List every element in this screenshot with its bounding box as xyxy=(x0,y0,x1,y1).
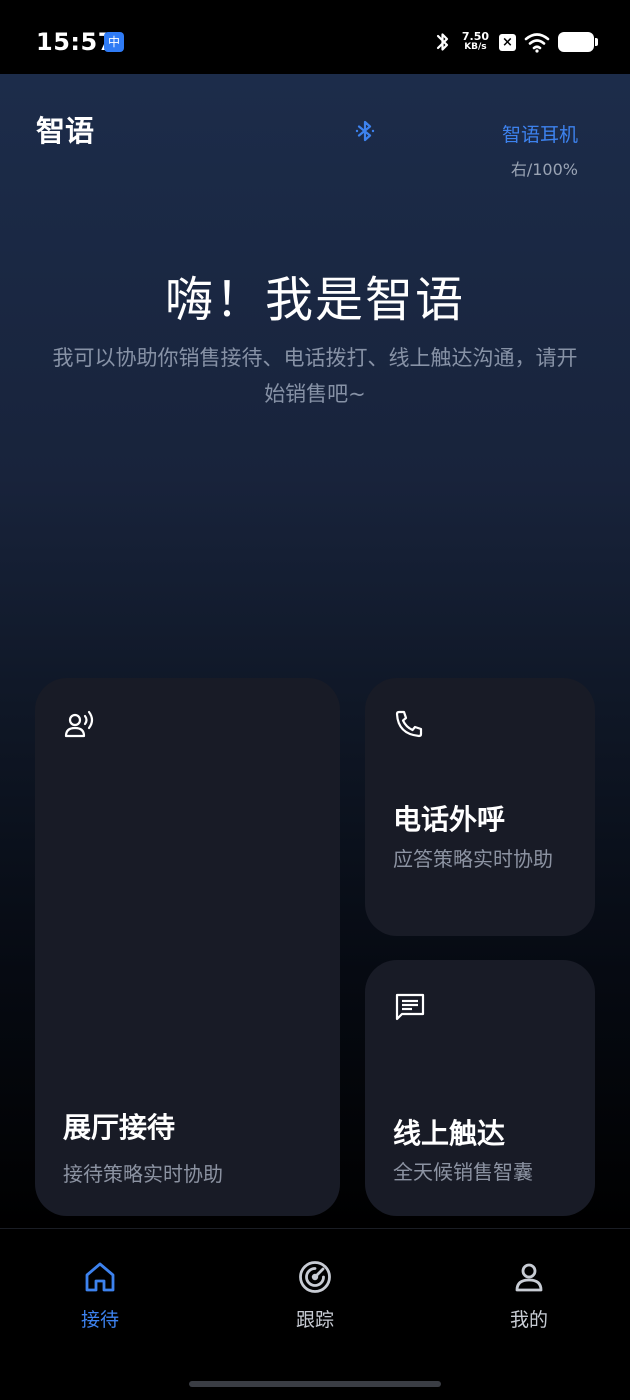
bluetooth-icon xyxy=(436,33,448,51)
network-speed-value: 7.50 xyxy=(461,30,489,43)
showroom-reception-card[interactable]: 展厅接待 接待策略实时协助 xyxy=(35,678,340,1216)
bluetooth-icon[interactable] xyxy=(353,119,377,143)
sim-off-icon: × xyxy=(499,33,516,51)
bottom-tab-bar: 接待 跟踪 我的 xyxy=(0,1228,630,1400)
tab-tracking[interactable]: 跟踪 xyxy=(255,1259,375,1332)
earphone-battery-status: 右/100% xyxy=(510,160,578,179)
greeting-title: 嗨！我是智语 xyxy=(164,272,465,328)
phone-icon xyxy=(395,710,423,738)
wifi-icon xyxy=(524,33,550,53)
app-notification-icon: 中 xyxy=(104,32,124,52)
showroom-reception-title: 展厅接待 xyxy=(63,1111,176,1144)
user-icon xyxy=(515,1263,543,1292)
status-bar: 15:57 中 7.50 KB/s × xyxy=(0,0,630,74)
tab-profile-label: 我的 xyxy=(509,1309,548,1331)
online-outreach-desc: 全天候销售智囊 xyxy=(393,1160,533,1184)
page-title: 智语 xyxy=(36,114,95,148)
radar-icon xyxy=(299,1261,331,1293)
network-speed-unit: KB/s xyxy=(464,42,487,52)
showroom-reception-desc: 接待策略实时协助 xyxy=(63,1162,223,1186)
chat-icon xyxy=(395,993,425,1021)
tab-reception-label: 接待 xyxy=(80,1309,119,1331)
phone-outbound-card[interactable]: 电话外呼 应答策略实时协助 xyxy=(365,678,595,936)
home-screen: 智语 智语耳机 右/100% 嗨！我是智语 我可以协助你销售接待、电话拨打、线上… xyxy=(0,74,630,1228)
tab-profile[interactable]: 我的 xyxy=(469,1259,589,1332)
voice-user-icon xyxy=(64,710,94,738)
battery-icon xyxy=(558,32,598,52)
network-speed: 7.50 KB/s xyxy=(462,31,489,53)
online-outreach-card[interactable]: 线上触达 全天候销售智囊 xyxy=(365,960,595,1216)
home-icon xyxy=(85,1262,115,1292)
greeting-subtitle: 我可以协助你销售接待、电话拨打、线上触达沟通，请开始销售吧~ xyxy=(52,346,578,406)
tab-tracking-label: 跟踪 xyxy=(295,1309,334,1331)
home-indicator[interactable] xyxy=(189,1381,441,1387)
status-icons: 7.50 KB/s × xyxy=(434,28,598,56)
online-outreach-title: 线上触达 xyxy=(393,1117,506,1150)
tab-reception[interactable]: 接待 xyxy=(40,1259,160,1332)
earphone-device-name[interactable]: 智语耳机 xyxy=(502,120,578,147)
phone-outbound-desc: 应答策略实时协助 xyxy=(393,847,553,871)
phone-outbound-title: 电话外呼 xyxy=(393,803,506,836)
